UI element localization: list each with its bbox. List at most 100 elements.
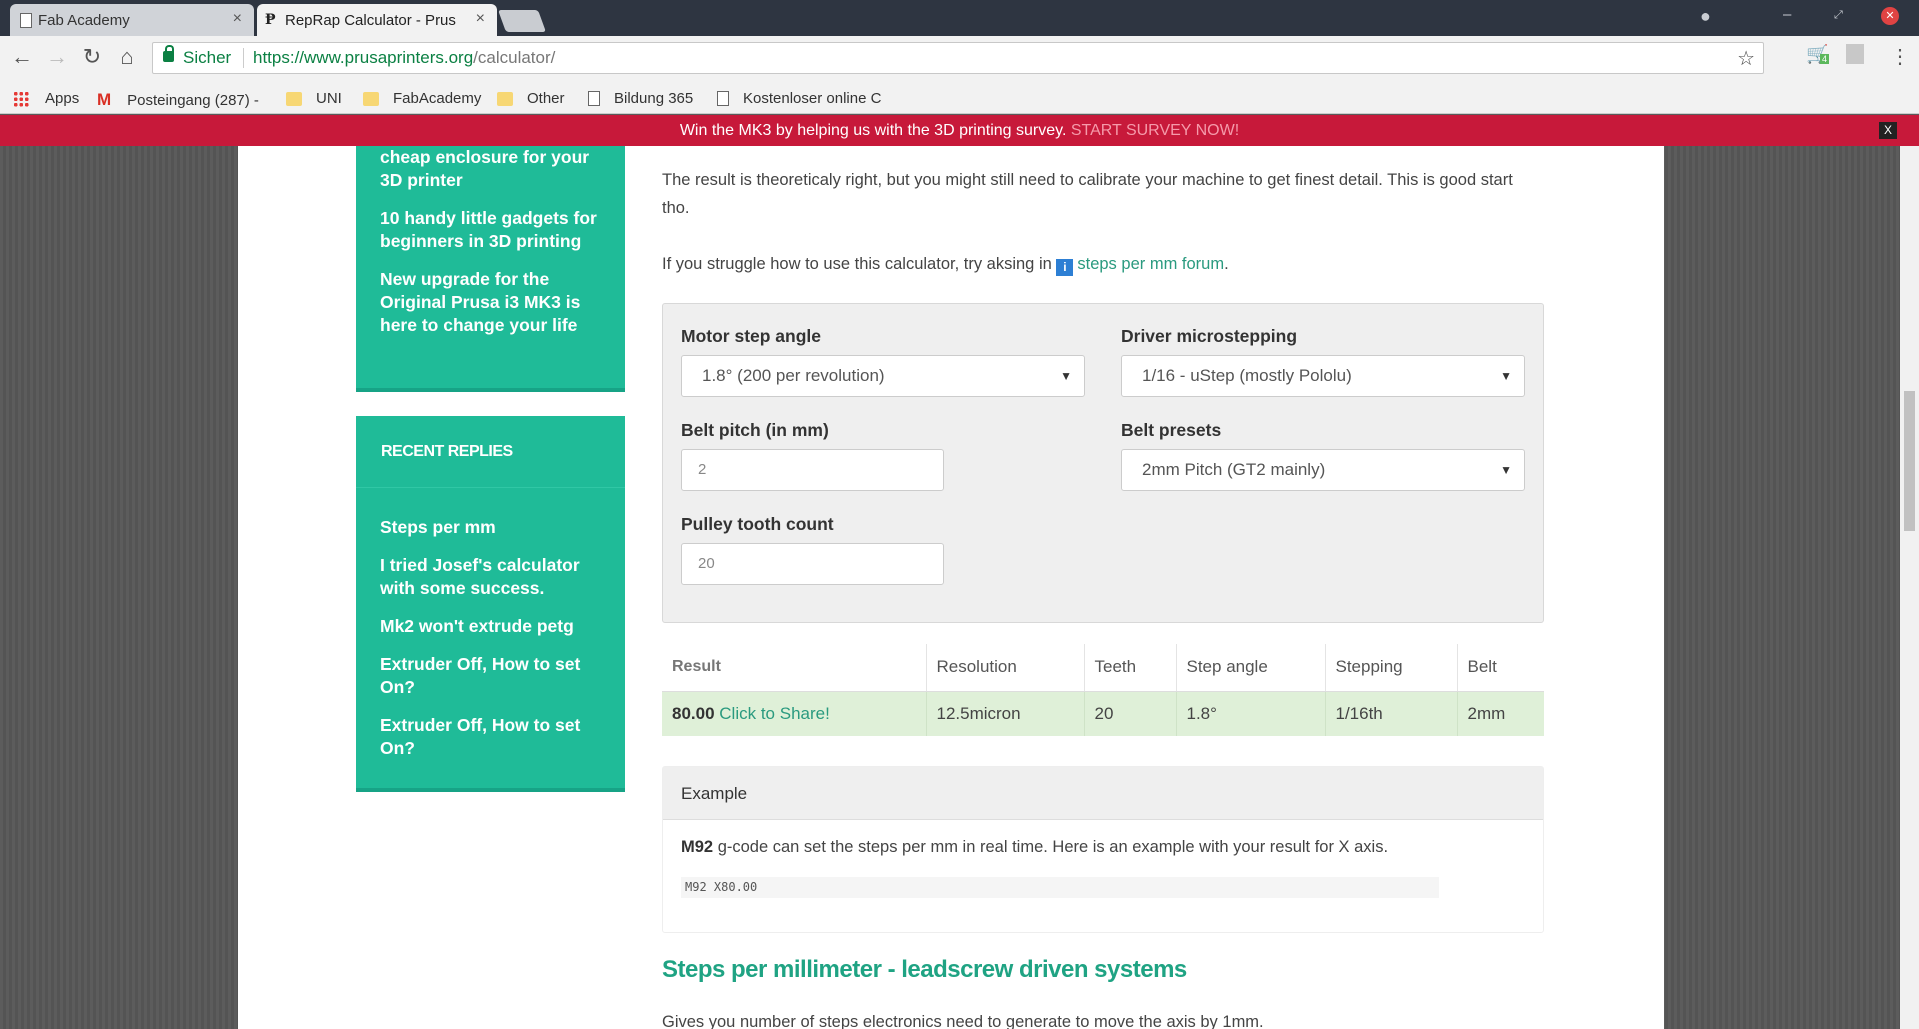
- recent-reply-link[interactable]: Steps per mm: [380, 516, 605, 539]
- result-cell: 80.00 Click to Share!: [662, 691, 927, 736]
- sidebar-link[interactable]: cheap enclosure for your 3D printer: [380, 146, 605, 192]
- header-step-angle: Step angle: [1176, 644, 1326, 692]
- gmail-icon: M: [97, 90, 112, 109]
- tab-reprap-calculator[interactable]: Ᵽ RepRap Calculator - Prus ×: [257, 4, 497, 36]
- recent-reply-link[interactable]: Mk2 won't extrude petg: [380, 615, 605, 638]
- bookmark-star-icon[interactable]: ☆: [1737, 46, 1755, 71]
- bookmark-fabacademy[interactable]: FabAcademy: [363, 90, 481, 107]
- bookmark-label: Kostenloser online C: [743, 90, 882, 107]
- chevron-down-icon: ▼: [1500, 369, 1512, 383]
- share-link[interactable]: Click to Share!: [719, 704, 830, 723]
- extension-pdf-icon[interactable]: [1846, 44, 1864, 64]
- header-stepping: Stepping: [1325, 644, 1458, 692]
- survey-close-button[interactable]: X: [1879, 122, 1897, 139]
- driver-microstepping-select[interactable]: 1/16 - uStep (mostly Pololu) ▼: [1121, 355, 1525, 397]
- chevron-down-icon: ▼: [1500, 463, 1512, 477]
- belt-pitch-label: Belt pitch (in mm): [681, 420, 829, 440]
- forum-link[interactable]: steps per mm forum: [1077, 255, 1224, 273]
- start-survey-link[interactable]: START SURVEY NOW!: [1071, 122, 1239, 139]
- sidebar-link[interactable]: New upgrade for the Original Prusa i3 MK…: [380, 268, 605, 337]
- tab-fab-academy[interactable]: Fab Academy ×: [10, 4, 254, 36]
- url-divider: [243, 48, 244, 68]
- sidebar-recent-replies: RECENT REPLIES Steps per mm I tried Jose…: [356, 416, 625, 792]
- extension-cart-icon[interactable]: 🛒 4: [1806, 44, 1830, 65]
- browser-tab-strip: Fab Academy × Ᵽ RepRap Calculator - Prus…: [0, 0, 1919, 36]
- tab-close-icon[interactable]: ×: [476, 10, 485, 28]
- tab-close-icon[interactable]: ×: [233, 10, 242, 28]
- header-belt: Belt: [1457, 644, 1544, 692]
- forward-button[interactable]: →: [42, 44, 72, 70]
- bookmark-uni[interactable]: UNI: [286, 90, 342, 107]
- recent-replies-list: Steps per mm I tried Josef's calculator …: [356, 488, 625, 760]
- motor-step-select[interactable]: 1.8° (200 per revolution) ▼: [681, 355, 1085, 397]
- folder-icon: [363, 91, 379, 106]
- scrollbar-thumb[interactable]: [1904, 391, 1915, 531]
- bookmark-label: FabAcademy: [393, 90, 482, 107]
- profile-icon[interactable]: ●: [1700, 6, 1711, 27]
- intro-paragraph: The result is theoreticaly right, but yo…: [662, 171, 1513, 217]
- bookmark-other[interactable]: Other: [497, 90, 565, 107]
- help-suffix: .: [1224, 255, 1229, 273]
- info-icon: i: [1056, 259, 1074, 276]
- restore-button[interactable]: ⤢: [1834, 9, 1843, 22]
- example-body: M92 g-code can set the steps per mm in r…: [663, 820, 1543, 898]
- gcode-example: M92 X80.00: [681, 877, 1439, 898]
- page-icon: [20, 13, 32, 28]
- survey-text: Win the MK3 by helping us with the 3D pr…: [679, 122, 1071, 139]
- secure-label: Sicher: [183, 48, 232, 67]
- resolution-cell: 12.5micron: [926, 691, 1085, 736]
- recent-reply-link[interactable]: I tried Josef's calculator with some suc…: [380, 554, 605, 600]
- motor-step-value: 1.8° (200 per revolution): [702, 366, 885, 385]
- extension-badge: 4: [1820, 54, 1830, 64]
- result-value: 80.00: [672, 703, 715, 723]
- results-row: 80.00 Click to Share! 12.5micron 20 1.8°…: [662, 691, 1544, 736]
- menu-icon[interactable]: ⋮: [1890, 44, 1910, 69]
- bookmark-label: Other: [527, 90, 565, 107]
- bookmark-apps[interactable]: Apps: [13, 90, 79, 107]
- new-tab-button[interactable]: [497, 10, 547, 32]
- folder-icon: [497, 91, 513, 106]
- url-path: /calculator/: [473, 48, 556, 67]
- leadscrew-description: Gives you number of steps electronics ne…: [662, 1013, 1264, 1029]
- minimize-button[interactable]: –: [1783, 6, 1791, 23]
- example-text: g-code can set the steps per mm in real …: [713, 838, 1389, 856]
- back-button[interactable]: ←: [7, 44, 37, 70]
- results-header-row: Result Resolution Teeth Step angle Stepp…: [662, 644, 1544, 692]
- bookmark-gmail[interactable]: M Posteingang (287) -: [97, 90, 259, 110]
- bookmark-kostenloser[interactable]: Kostenloser online C: [717, 90, 881, 107]
- calculator-form: Motor step angle 1.8° (200 per revolutio…: [662, 303, 1544, 623]
- sidebar-link[interactable]: 10 handy little gadgets for beginners in…: [380, 207, 605, 253]
- results-table: Result Resolution Teeth Step angle Stepp…: [662, 644, 1544, 736]
- pulley-tooth-input[interactable]: 20: [681, 543, 944, 585]
- lock-icon: [163, 45, 174, 62]
- step-angle-cell: 1.8°: [1176, 691, 1326, 736]
- page-scrollbar[interactable]: [1900, 146, 1919, 1029]
- header-resolution: Resolution: [926, 644, 1085, 692]
- example-heading: Example: [663, 767, 1543, 820]
- bookmark-bildung[interactable]: Bildung 365: [588, 90, 693, 107]
- belt-cell: 2mm: [1457, 691, 1544, 736]
- content-area: cheap enclosure for your 3D printer 10 h…: [238, 146, 1664, 1029]
- belt-presets-select[interactable]: 2mm Pitch (GT2 mainly) ▼: [1121, 449, 1525, 491]
- recent-replies-heading: RECENT REPLIES: [356, 416, 625, 488]
- motor-step-label: Motor step angle: [681, 326, 822, 346]
- bookmark-label: Apps: [45, 90, 80, 107]
- driver-microstepping-label: Driver microstepping: [1121, 326, 1298, 346]
- help-paragraph: If you struggle how to use this calculat…: [662, 250, 1229, 278]
- close-window-button[interactable]: ✕: [1881, 7, 1899, 25]
- reload-button[interactable]: ↻: [77, 44, 107, 70]
- belt-presets-value: 2mm Pitch (GT2 mainly): [1142, 460, 1326, 479]
- url-text[interactable]: https://www.prusaprinters.org/calculator…: [253, 48, 555, 68]
- driver-microstepping-value: 1/16 - uStep (mostly Pololu): [1142, 366, 1352, 385]
- belt-pitch-input[interactable]: 2: [681, 449, 944, 491]
- recent-reply-link[interactable]: Extruder Off, How to set On?: [380, 714, 605, 760]
- tab-title: Fab Academy: [38, 11, 130, 29]
- survey-banner: Win the MK3 by helping us with the 3D pr…: [0, 115, 1919, 146]
- browser-toolbar: ← → ↻ ⌂ Sicher https://www.prusaprinters…: [0, 36, 1919, 82]
- recent-reply-link[interactable]: Extruder Off, How to set On?: [380, 653, 605, 699]
- address-bar[interactable]: Sicher https://www.prusaprinters.org/cal…: [152, 42, 1764, 74]
- folder-icon: [286, 91, 302, 106]
- home-button[interactable]: ⌂: [112, 44, 142, 70]
- example-panel: Example M92 g-code can set the steps per…: [662, 766, 1544, 933]
- bookmark-label: UNI: [316, 90, 342, 107]
